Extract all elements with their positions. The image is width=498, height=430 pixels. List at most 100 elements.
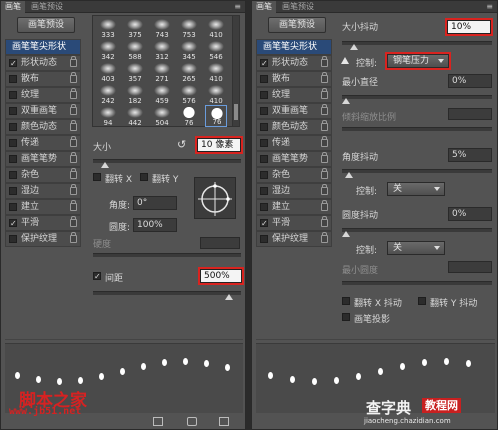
scrollbar-thumb[interactable] xyxy=(234,104,238,120)
sidebar-checkbox[interactable] xyxy=(260,139,268,147)
roundness-jitter-handle[interactable] xyxy=(342,231,350,237)
sidebar-item[interactable]: 建立 xyxy=(5,199,81,215)
lock-icon[interactable] xyxy=(321,152,328,163)
sidebar-checkbox[interactable] xyxy=(9,91,17,99)
tab-brush[interactable]: 画笔 xyxy=(1,1,25,13)
sidebar-item[interactable]: ✓ 形状动态 xyxy=(256,55,332,71)
angle-field[interactable]: 0° xyxy=(133,196,177,210)
flip-y-jitter-checkbox[interactable] xyxy=(418,297,426,305)
size-control-select[interactable]: 钢笔压力 xyxy=(385,52,451,70)
brush-tip-cell[interactable]: 345 xyxy=(178,39,200,61)
sidebar-item[interactable]: 传递 xyxy=(5,135,81,151)
sidebar-checkbox[interactable] xyxy=(9,235,17,243)
sidebar-checkbox[interactable]: ✓ xyxy=(260,219,268,228)
brush-tip-cell[interactable]: 76 xyxy=(205,105,227,127)
brush-tip-cell[interactable]: 576 xyxy=(178,83,200,105)
brush-tip-cell[interactable]: 312 xyxy=(151,39,173,61)
brush-tip-cell[interactable]: 442 xyxy=(124,105,146,127)
min-roundness-slider[interactable] xyxy=(342,281,492,285)
lock-icon[interactable] xyxy=(70,88,77,99)
sidebar-item[interactable]: 画笔笔势 xyxy=(5,151,81,167)
sidebar-checkbox[interactable] xyxy=(9,203,17,211)
sidebar-checkbox[interactable] xyxy=(260,235,268,243)
lock-icon[interactable] xyxy=(70,152,77,163)
sidebar-checkbox[interactable] xyxy=(260,91,268,99)
brush-tip-cell[interactable]: 342 xyxy=(97,39,119,61)
sidebar-item[interactable]: ✓ 平滑 xyxy=(5,215,81,231)
lock-icon[interactable] xyxy=(321,168,328,179)
sidebar-item[interactable]: 杂色 xyxy=(256,167,332,183)
brush-tip-cell[interactable]: 182 xyxy=(124,83,146,105)
brush-tip-cell[interactable]: 242 xyxy=(97,83,119,105)
lock-icon[interactable] xyxy=(70,136,77,147)
sidebar-item[interactable]: 颜色动态 xyxy=(256,119,332,135)
sidebar-item[interactable]: 散布 xyxy=(256,71,332,87)
sidebar-checkbox[interactable] xyxy=(260,203,268,211)
min-diameter-handle[interactable] xyxy=(342,98,350,104)
angle-control-select[interactable]: 关 xyxy=(387,182,445,196)
brush-presets-button[interactable]: 画笔预设 xyxy=(17,17,75,33)
trash-icon[interactable] xyxy=(219,417,229,426)
panel-menu-icon[interactable]: ≡ xyxy=(486,2,493,11)
lock-icon[interactable] xyxy=(321,136,328,147)
size-jitter-handle[interactable] xyxy=(350,44,358,50)
brush-tip-cell[interactable]: 76 xyxy=(178,105,200,127)
sidebar-checkbox[interactable] xyxy=(260,155,268,163)
roundness-jitter-slider[interactable] xyxy=(342,228,492,237)
sidebar-item[interactable]: 画笔笔尖形状 xyxy=(5,39,81,55)
spacing-slider-handle[interactable] xyxy=(225,294,233,300)
size-slider-handle[interactable] xyxy=(101,162,109,168)
angle-jitter-field[interactable]: 5% xyxy=(448,148,492,162)
roundness-control-select[interactable]: 关 xyxy=(387,241,445,255)
sidebar-item[interactable]: 杂色 xyxy=(5,167,81,183)
sidebar-checkbox[interactable]: ✓ xyxy=(9,59,17,68)
sidebar-checkbox[interactable] xyxy=(260,123,268,131)
size-slider[interactable] xyxy=(93,159,241,168)
brush-tip-cell[interactable]: 271 xyxy=(151,61,173,83)
size-jitter-field[interactable]: 10% xyxy=(445,18,493,36)
lock-icon[interactable] xyxy=(70,72,77,83)
lock-icon[interactable] xyxy=(321,72,328,83)
sidebar-item[interactable]: 散布 xyxy=(5,71,81,87)
brush-presets-button[interactable]: 画笔预设 xyxy=(268,17,326,33)
reset-size-icon[interactable]: ↺ xyxy=(177,138,186,151)
hardness-field[interactable] xyxy=(200,237,240,249)
hardness-slider[interactable] xyxy=(93,253,241,257)
sidebar-checkbox[interactable] xyxy=(9,171,17,179)
spacing-checkbox[interactable]: ✓ xyxy=(93,272,101,281)
sidebar-item[interactable]: 纹理 xyxy=(5,87,81,103)
sidebar-item[interactable]: ✓ 平滑 xyxy=(256,215,332,231)
spacing-slider[interactable] xyxy=(93,291,241,300)
flip-y-checkbox[interactable] xyxy=(140,173,148,181)
sidebar-checkbox[interactable] xyxy=(9,187,17,195)
sidebar-item[interactable]: 纹理 xyxy=(256,87,332,103)
brush-tip-cell[interactable]: 94 xyxy=(97,105,119,127)
lock-icon[interactable] xyxy=(70,216,77,227)
min-diameter-slider[interactable] xyxy=(342,95,492,104)
lock-icon[interactable] xyxy=(321,88,328,99)
brush-tip-cell[interactable]: 504 xyxy=(151,105,173,127)
lock-icon[interactable] xyxy=(70,168,77,179)
new-brush-icon[interactable] xyxy=(187,417,197,426)
panel-menu-icon[interactable]: ≡ xyxy=(234,2,241,11)
sidebar-checkbox[interactable] xyxy=(260,187,268,195)
brush-tip-cell[interactable]: 333 xyxy=(97,17,119,39)
lock-icon[interactable] xyxy=(321,232,328,243)
lock-icon[interactable] xyxy=(70,184,77,195)
angle-jitter-handle[interactable] xyxy=(345,172,353,178)
brush-grid-scrollbar[interactable] xyxy=(232,15,240,127)
brush-tip-cell[interactable]: 743 xyxy=(151,17,173,39)
sidebar-item[interactable]: 湿边 xyxy=(5,183,81,199)
lock-icon[interactable] xyxy=(321,184,328,195)
lock-icon[interactable] xyxy=(70,200,77,211)
brush-tip-cell[interactable]: 753 xyxy=(178,17,200,39)
lock-icon[interactable] xyxy=(321,56,328,67)
brush-tip-cell[interactable]: 357 xyxy=(124,61,146,83)
lock-icon[interactable] xyxy=(70,104,77,115)
brush-tip-cell[interactable]: 403 xyxy=(97,61,119,83)
tab-brush-presets[interactable]: 画笔预设 xyxy=(27,1,67,13)
sidebar-item[interactable]: 双重画笔 xyxy=(256,103,332,119)
sidebar-checkbox[interactable]: ✓ xyxy=(9,219,17,228)
sidebar-checkbox[interactable] xyxy=(260,171,268,179)
lock-icon[interactable] xyxy=(321,120,328,131)
